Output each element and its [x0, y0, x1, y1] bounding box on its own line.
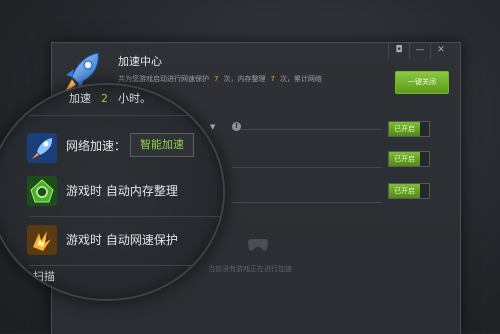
lens-divider	[29, 265, 223, 266]
row-divider	[232, 129, 382, 130]
row-divider	[232, 202, 382, 203]
memory-clean-label: 游戏时 自动内存整理	[66, 184, 178, 198]
protect-count: 7	[214, 75, 219, 83]
shield-icon	[27, 225, 57, 255]
chevron-down-icon[interactable]: ▼	[210, 123, 215, 131]
menu-icon[interactable]: ◘	[388, 43, 409, 58]
memory-icon	[27, 176, 57, 206]
info-icon[interactable]: !	[232, 122, 241, 131]
window-subtitle: 共为您游戏启动进行网速保护 7 次，内存整理 7 次，累计网络	[118, 74, 322, 84]
network-accel-label: 网络加速：	[66, 139, 127, 153]
hours-count: 2	[101, 92, 108, 105]
scan-label: 扫描	[33, 270, 55, 283]
network-protect-label: 游戏时 自动网速保护	[66, 233, 178, 247]
subtitle-suffix: 次，累计网络	[279, 75, 322, 83]
network-accel-toggle[interactable]: 已开启	[388, 121, 430, 137]
gamepad-icon	[248, 239, 268, 251]
memory-clean-toggle[interactable]: 已开启	[388, 151, 430, 167]
row-divider	[232, 167, 382, 168]
speed-mode-select[interactable]: 智能加速	[130, 133, 194, 157]
accel-hours-text: 加速 2 小时。	[69, 90, 151, 106]
lens-divider	[29, 115, 223, 116]
network-protect-toggle[interactable]: 已开启	[388, 183, 430, 199]
hours-prefix: 加速	[69, 92, 91, 105]
subtitle-mid: 次，内存整理	[223, 75, 266, 83]
magnifier-lens: 加速 2 小时。 网络加速： 智能加速 游戏时 自动内存整理 游戏时 自动网速保护 …	[0, 85, 223, 299]
toggle-label: 已开启	[389, 184, 420, 198]
close-button[interactable]: ✕	[430, 43, 451, 58]
subtitle-prefix: 共为您游戏启动进行网速保护	[118, 75, 209, 83]
minimize-button[interactable]: —	[409, 43, 430, 58]
rocket-icon	[27, 133, 57, 163]
toggle-label: 已开启	[389, 122, 420, 136]
hours-suffix: 小时。	[118, 92, 151, 105]
window-title: 加速中心	[118, 55, 162, 68]
lens-divider	[29, 216, 223, 217]
toggle-label: 已开启	[389, 152, 420, 166]
memory-count: 7	[270, 75, 275, 83]
close-all-button[interactable]: 一键关闭	[395, 71, 449, 94]
